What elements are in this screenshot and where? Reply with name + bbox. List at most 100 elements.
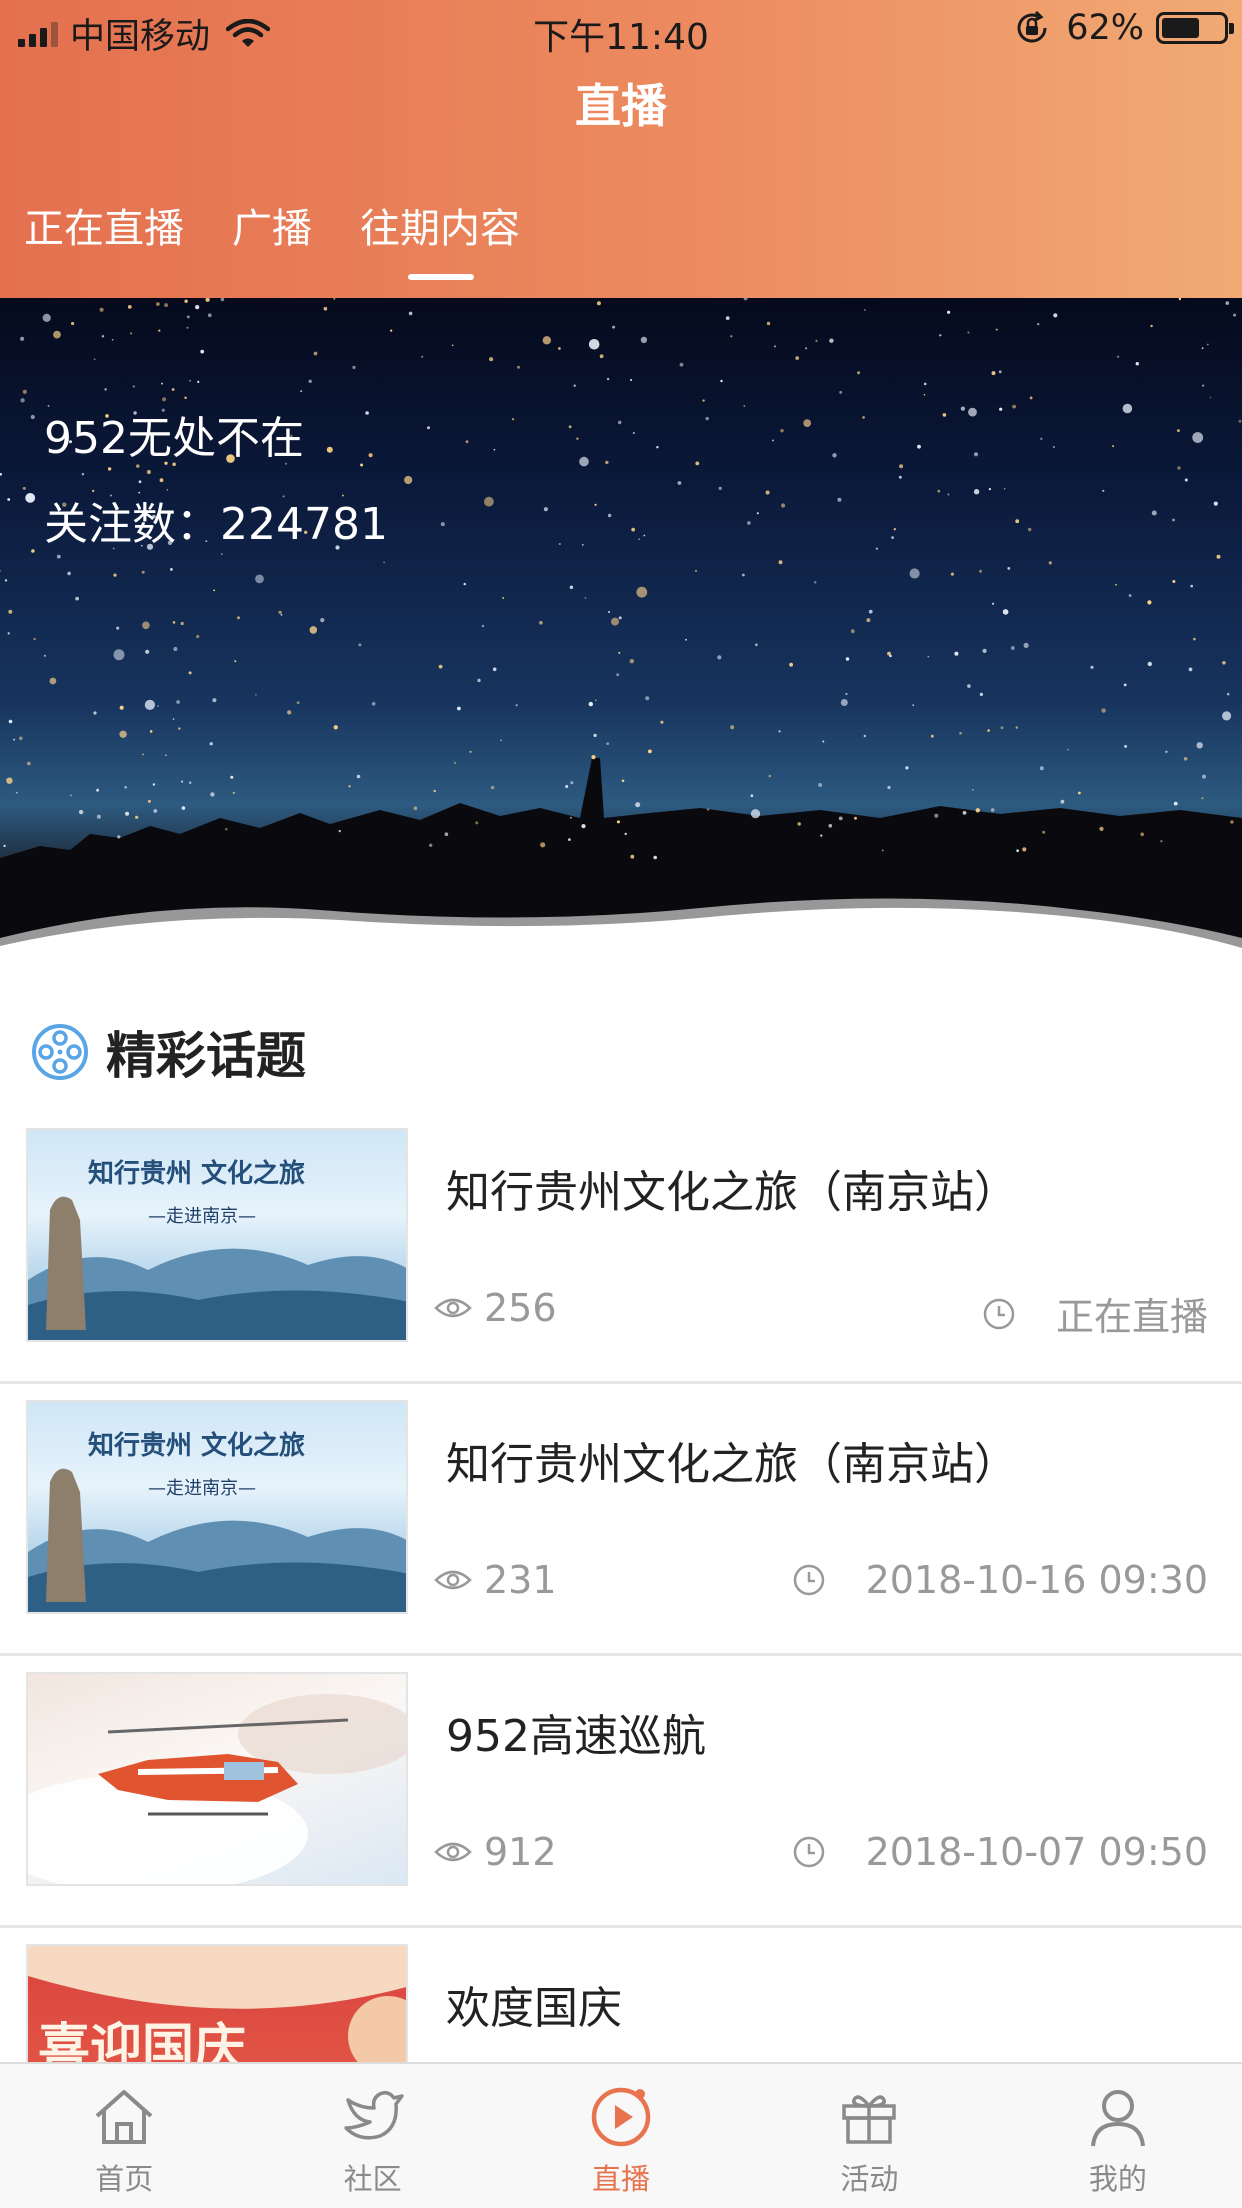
- lantern-light: [1003, 488, 1006, 490]
- topic-title: 欢度国庆: [446, 1983, 622, 2034]
- lantern-light: [438, 664, 443, 669]
- lantern-light: [677, 481, 682, 485]
- lantern-light: [621, 779, 625, 783]
- bottom-nav: 首页 社区 直播 活动 我的: [0, 2062, 1242, 2208]
- lantern-light: [973, 489, 980, 495]
- status-bar: 中国移动 下午11:40 62%: [0, 0, 1242, 60]
- nav-community[interactable]: 社区: [248, 2064, 496, 2208]
- lantern-light: [43, 654, 47, 657]
- lantern-light: [570, 781, 574, 785]
- lantern-light: [477, 678, 481, 683]
- lantern-light: [982, 648, 987, 653]
- lantern-light: [599, 354, 604, 359]
- lantern-light: [588, 701, 593, 707]
- lantern-light: [588, 339, 600, 350]
- lantern-light: [706, 808, 710, 811]
- nav-activity[interactable]: 活动: [745, 2064, 993, 2208]
- lantern-light: [465, 440, 469, 444]
- lantern-light: [1238, 419, 1242, 423]
- lantern-light: [75, 596, 79, 601]
- lantern-light: [119, 705, 124, 710]
- lantern-light: [1173, 801, 1178, 806]
- lantern-light: [832, 453, 837, 458]
- lantern-light: [1028, 527, 1032, 532]
- tab-broadcast[interactable]: 广播: [232, 196, 312, 274]
- lantern-light: [1037, 323, 1040, 326]
- lantern-light: [1115, 583, 1117, 586]
- eye-icon: [434, 1842, 472, 1862]
- nav-label: 直播: [592, 2162, 651, 2196]
- lantern-light: [0, 473, 2, 476]
- eye-icon: [434, 1570, 472, 1590]
- lantern-light: [93, 711, 97, 715]
- lantern-light: [156, 302, 160, 306]
- topic-time-value: 2018-10-07 09:50: [865, 1830, 1208, 1874]
- channel-banner[interactable]: 952无处不在 关注数：224781: [0, 298, 1242, 948]
- lantern-light: [845, 657, 850, 661]
- lantern-light: [1190, 584, 1193, 588]
- lantern-light: [107, 467, 112, 471]
- lantern-light: [635, 802, 641, 808]
- lantern-light: [596, 301, 601, 306]
- tab-past-content[interactable]: 往期内容: [360, 196, 520, 280]
- lantern-light: [631, 527, 636, 532]
- lantern-light: [517, 365, 520, 369]
- lantern-light: [570, 816, 572, 819]
- lantern-light: [99, 307, 104, 312]
- lantern-light: [161, 382, 163, 385]
- topic-item[interactable]: 知行贵州 文化之旅 —走进南京— 知行贵州文化之旅（南京站） 231 2018-…: [0, 1384, 1242, 1656]
- topic-item[interactable]: 952高速巡航 912 2018-10-07 09:50: [0, 1656, 1242, 1928]
- lantern-light: [1172, 518, 1175, 522]
- view-count-value: 912: [484, 1830, 557, 1874]
- status-right: 62%: [1014, 8, 1234, 48]
- eye-icon: [434, 1298, 472, 1318]
- view-count: 231: [434, 1558, 557, 1602]
- lantern-light: [579, 456, 589, 467]
- lantern-light: [145, 649, 150, 654]
- nav-profile[interactable]: 我的: [994, 2064, 1242, 2208]
- lantern-light: [1012, 404, 1016, 409]
- nav-home[interactable]: 首页: [0, 2064, 248, 2208]
- lantern-light: [898, 475, 902, 479]
- lantern-light: [774, 345, 776, 348]
- lantern-light: [1213, 501, 1218, 506]
- lantern-light: [104, 388, 107, 391]
- lantern-light: [457, 706, 461, 711]
- lantern-light: [164, 303, 169, 308]
- lantern-light: [287, 710, 292, 715]
- lantern-light: [973, 452, 979, 457]
- lantern-light: [838, 816, 843, 821]
- nav-live[interactable]: 直播: [497, 2064, 745, 2208]
- lantern-light: [146, 469, 151, 475]
- lantern-light: [493, 448, 496, 451]
- lantern-light: [845, 692, 848, 696]
- lantern-light: [1022, 847, 1027, 852]
- lantern-light: [158, 329, 161, 332]
- lantern-light: [1015, 726, 1018, 729]
- lantern-light: [591, 755, 596, 760]
- lantern-light: [565, 785, 569, 788]
- lantern-light: [210, 792, 215, 797]
- lantern-light: [220, 298, 225, 302]
- lantern-light: [8, 609, 13, 614]
- topic-time-value: 正在直播: [1055, 1295, 1208, 1339]
- topic-thumbnail: [26, 1672, 408, 1886]
- lantern-light: [967, 331, 970, 334]
- lantern-light: [630, 378, 633, 382]
- lantern-light: [1201, 797, 1204, 800]
- lantern-light: [1183, 757, 1188, 761]
- lantern-light: [119, 730, 127, 738]
- lantern-light: [141, 570, 145, 574]
- lantern-light: [1196, 742, 1203, 749]
- lantern-light: [979, 692, 984, 696]
- lantern-light: [660, 720, 664, 724]
- lantern-light: [71, 321, 75, 326]
- lantern-light: [1202, 384, 1205, 387]
- topic-item[interactable]: 知行贵州 文化之旅 —走进南京— 知行贵州文化之旅（南京站） 256 正在直播: [0, 1112, 1242, 1384]
- topic-time: 正在直播: [982, 1286, 1208, 1341]
- lantern-light: [685, 638, 687, 641]
- lantern-light: [725, 316, 730, 320]
- tab-live-now[interactable]: 正在直播: [24, 196, 184, 274]
- lantern-light: [950, 572, 955, 576]
- lantern-light: [475, 821, 479, 825]
